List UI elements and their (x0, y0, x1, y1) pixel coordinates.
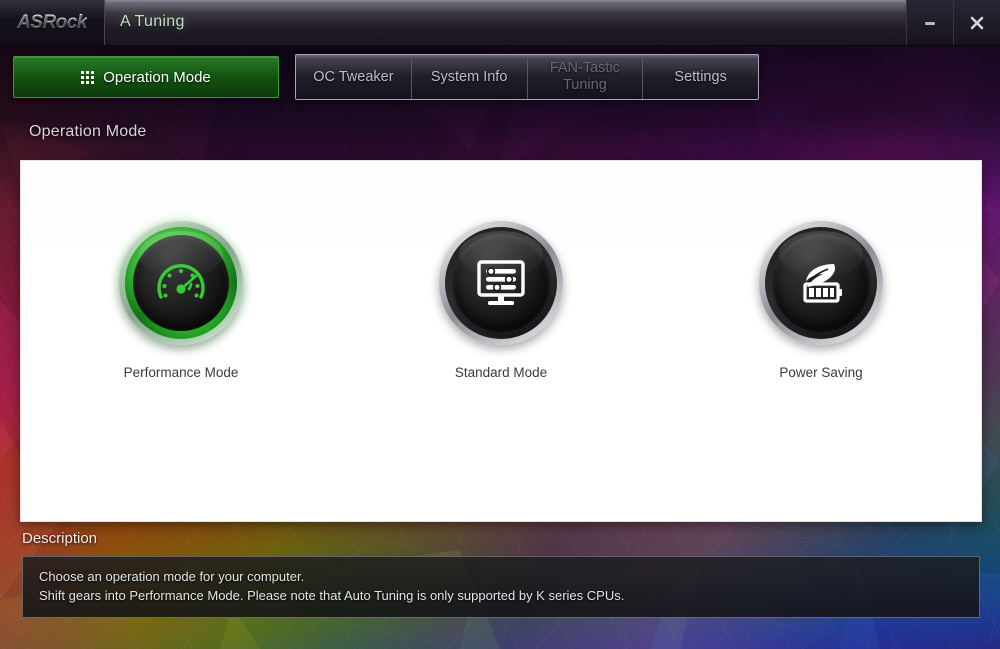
page-title: Operation Mode (29, 123, 147, 140)
mode-standard[interactable]: Standard Mode (341, 221, 661, 380)
minimize-icon (925, 21, 935, 25)
description-line-1: Choose an operation mode for your comput… (39, 569, 305, 584)
mode-standard-orb (439, 221, 563, 345)
close-icon (970, 16, 984, 29)
orb-bezel (439, 221, 563, 345)
orb-face (772, 234, 870, 332)
orb-face (133, 235, 229, 331)
tab-oc-tweaker[interactable]: OC Tweaker (296, 55, 412, 99)
tab-settings[interactable]: Settings (643, 55, 758, 99)
description-header: Description (22, 530, 98, 547)
tab-bar: Operation Mode OC Tweaker System Info FA… (0, 46, 1000, 108)
mode-standard-label: Standard Mode (454, 365, 548, 380)
orb-bezel (119, 221, 243, 345)
orb-bezel (759, 221, 883, 345)
tab-group: OC Tweaker System Info FAN-Tastic Tuning… (295, 54, 759, 100)
content-panel: Performance Mode Standard Mode Power Sav… (20, 160, 982, 522)
atuning-window: ASRock A Tuning Operation Mode OC Tweake… (0, 0, 1000, 649)
mode-performance-orb (119, 221, 243, 345)
tab-fan-tastic-tuning[interactable]: FAN-Tastic Tuning (528, 55, 644, 99)
tab-operation-mode-label: Operation Mode (103, 68, 211, 86)
asrock-logo-text: ASRock (17, 11, 87, 33)
mode-power-saving[interactable]: Power Saving (661, 221, 981, 380)
description-panel: Choose an operation mode for your comput… (22, 556, 980, 618)
minimize-button[interactable] (906, 0, 953, 45)
app-title: A Tuning (120, 13, 185, 30)
tab-system-info[interactable]: System Info (412, 55, 528, 99)
window-controls (906, 0, 1000, 45)
mode-performance[interactable]: Performance Mode (21, 221, 341, 380)
orb-face (452, 234, 550, 332)
mode-performance-label: Performance Mode (123, 365, 239, 380)
grid-icon (81, 70, 95, 84)
asrock-logo: ASRock (0, 0, 105, 45)
description-line-2: Shift gears into Performance Mode. Pleas… (39, 588, 625, 603)
speedometer-gauge-icon (157, 264, 205, 299)
leaf-battery-icon (803, 264, 842, 303)
operation-mode-list: Performance Mode Standard Mode Power Sav… (21, 221, 981, 380)
mode-power-saving-orb (759, 221, 883, 345)
mode-power-saving-label: Power Saving (779, 365, 863, 380)
monitor-sliders-icon (477, 260, 525, 305)
title-bar: ASRock A Tuning (0, 0, 1000, 46)
tab-operation-mode[interactable]: Operation Mode (13, 56, 279, 98)
close-button[interactable] (953, 0, 1000, 45)
